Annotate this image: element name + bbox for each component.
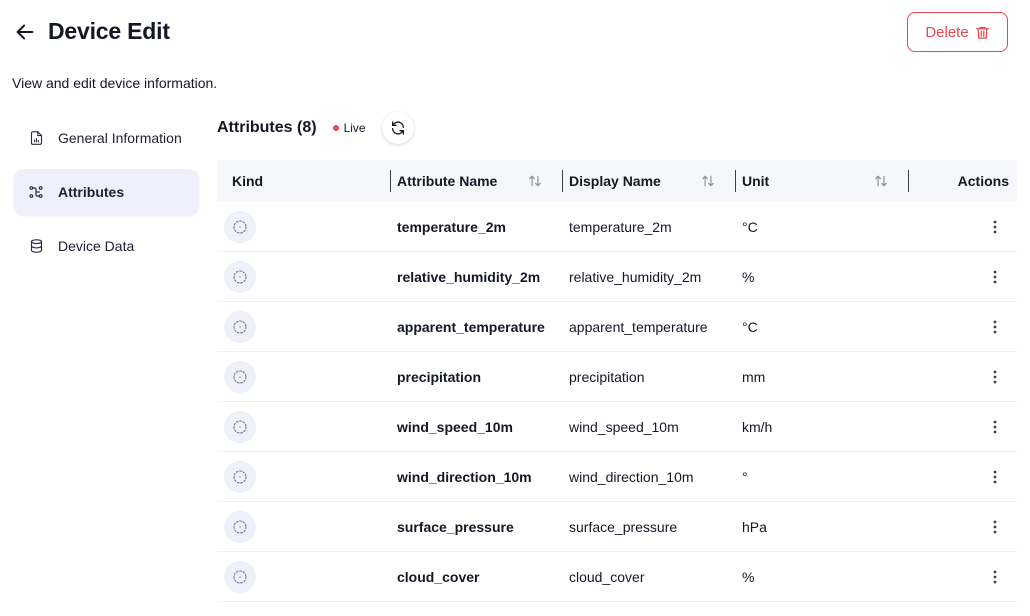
- column-separator[interactable]: [562, 170, 563, 192]
- unit-cell: %: [742, 268, 755, 285]
- table-row: precipitation precipitation mm: [217, 352, 1017, 402]
- sidebar-item-device-data[interactable]: Device Data: [14, 223, 199, 269]
- column-header-unit: Unit: [742, 173, 770, 189]
- more-vertical-icon[interactable]: [985, 467, 1005, 487]
- table-row: surface_pressure surface_pressure hPa: [217, 502, 1017, 552]
- attributes-section-header: Attributes (8) Live: [217, 111, 414, 145]
- more-vertical-icon[interactable]: [985, 367, 1005, 387]
- sort-icon[interactable]: [528, 174, 542, 191]
- attribute-name-cell: precipitation: [397, 368, 482, 385]
- more-vertical-icon[interactable]: [985, 417, 1005, 437]
- column-header-attribute-name: Attribute Name: [397, 173, 498, 189]
- refresh-button[interactable]: [381, 112, 414, 144]
- kind-dashed-circle-icon: [224, 410, 256, 443]
- display-name-cell: relative_humidity_2m: [569, 268, 702, 285]
- file-chart-icon: [28, 130, 44, 146]
- column-header-kind: Kind: [232, 173, 264, 189]
- display-name-cell: precipitation: [569, 368, 645, 385]
- sort-icon[interactable]: [874, 174, 888, 191]
- attribute-name-cell: apparent_temperature: [397, 318, 545, 335]
- nodes-icon: [28, 184, 44, 200]
- attribute-name-cell: temperature_2m: [397, 218, 506, 235]
- live-label: Live: [343, 121, 366, 135]
- live-dot-icon: [332, 125, 339, 131]
- attribute-name-cell: wind_speed_10m: [397, 418, 513, 435]
- table-row: relative_humidity_2m relative_humidity_2…: [217, 252, 1017, 302]
- table-body: temperature_2m temperature_2m °C relativ…: [217, 202, 1017, 602]
- sidebar-nav: General Information Attributes Device Da…: [14, 115, 199, 277]
- display-name-cell: wind_direction_10m: [569, 468, 694, 485]
- table-row: apparent_temperature apparent_temperatur…: [217, 302, 1017, 352]
- more-vertical-icon[interactable]: [985, 517, 1005, 537]
- table-row: cloud_cover cloud_cover %: [217, 552, 1017, 602]
- sort-icon[interactable]: [701, 174, 715, 191]
- more-vertical-icon[interactable]: [985, 317, 1005, 337]
- unit-cell: %: [742, 568, 755, 585]
- table-row: temperature_2m temperature_2m °C: [217, 202, 1017, 252]
- delete-button-label: Delete: [925, 23, 969, 41]
- sidebar-item-attributes[interactable]: Attributes: [14, 169, 199, 215]
- live-indicator: Live: [332, 121, 366, 135]
- trash-icon: [975, 26, 989, 39]
- sidebar-item-label: Attributes: [58, 184, 125, 200]
- column-separator[interactable]: [735, 170, 736, 192]
- more-vertical-icon[interactable]: [985, 567, 1005, 587]
- attribute-name-cell: wind_direction_10m: [397, 468, 532, 485]
- back-arrow-icon[interactable]: [12, 19, 38, 45]
- kind-dashed-circle-icon: [224, 360, 256, 393]
- display-name-cell: surface_pressure: [569, 518, 678, 535]
- page-header: Device Edit: [12, 18, 170, 45]
- column-separator[interactable]: [908, 170, 909, 192]
- attributes-table: Kind Attribute Name Display Name Unit Ac…: [217, 160, 1017, 602]
- table-header: Kind Attribute Name Display Name Unit Ac…: [217, 160, 1017, 202]
- refresh-icon: [391, 121, 404, 135]
- more-vertical-icon[interactable]: [985, 267, 1005, 287]
- display-name-cell: apparent_temperature: [569, 318, 708, 335]
- column-header-actions: Actions: [957, 173, 1009, 189]
- kind-dashed-circle-icon: [224, 310, 256, 343]
- kind-dashed-circle-icon: [224, 460, 256, 493]
- attribute-name-cell: relative_humidity_2m: [397, 268, 541, 285]
- table-row: wind_direction_10m wind_direction_10m °: [217, 452, 1017, 502]
- display-name-cell: temperature_2m: [569, 218, 672, 235]
- page-subtitle: View and edit device information.: [12, 75, 218, 91]
- sidebar-item-label: Device Data: [58, 238, 135, 254]
- unit-cell: °C: [742, 318, 758, 335]
- attribute-name-cell: cloud_cover: [397, 568, 480, 585]
- attribute-name-cell: surface_pressure: [397, 518, 514, 535]
- column-separator[interactable]: [390, 170, 391, 192]
- section-title: Attributes (8): [217, 119, 317, 136]
- kind-dashed-circle-icon: [224, 510, 256, 543]
- more-vertical-icon[interactable]: [985, 217, 1005, 237]
- display-name-cell: cloud_cover: [569, 568, 645, 585]
- display-name-cell: wind_speed_10m: [569, 418, 679, 435]
- sidebar-item-label: General Information: [58, 130, 182, 146]
- page-title: Device Edit: [48, 18, 170, 44]
- delete-button[interactable]: Delete: [907, 12, 1008, 52]
- unit-cell: hPa: [742, 518, 767, 535]
- kind-dashed-circle-icon: [224, 260, 256, 293]
- sidebar-item-general-information[interactable]: General Information: [14, 115, 199, 161]
- kind-dashed-circle-icon: [224, 210, 256, 243]
- table-row: wind_speed_10m wind_speed_10m km/h: [217, 402, 1017, 452]
- database-icon: [28, 238, 44, 254]
- unit-cell: °C: [742, 218, 758, 235]
- column-header-display-name: Display Name: [569, 173, 661, 189]
- kind-dashed-circle-icon: [224, 560, 256, 593]
- unit-cell: mm: [742, 368, 766, 385]
- unit-cell: °: [742, 468, 748, 485]
- unit-cell: km/h: [742, 418, 773, 435]
